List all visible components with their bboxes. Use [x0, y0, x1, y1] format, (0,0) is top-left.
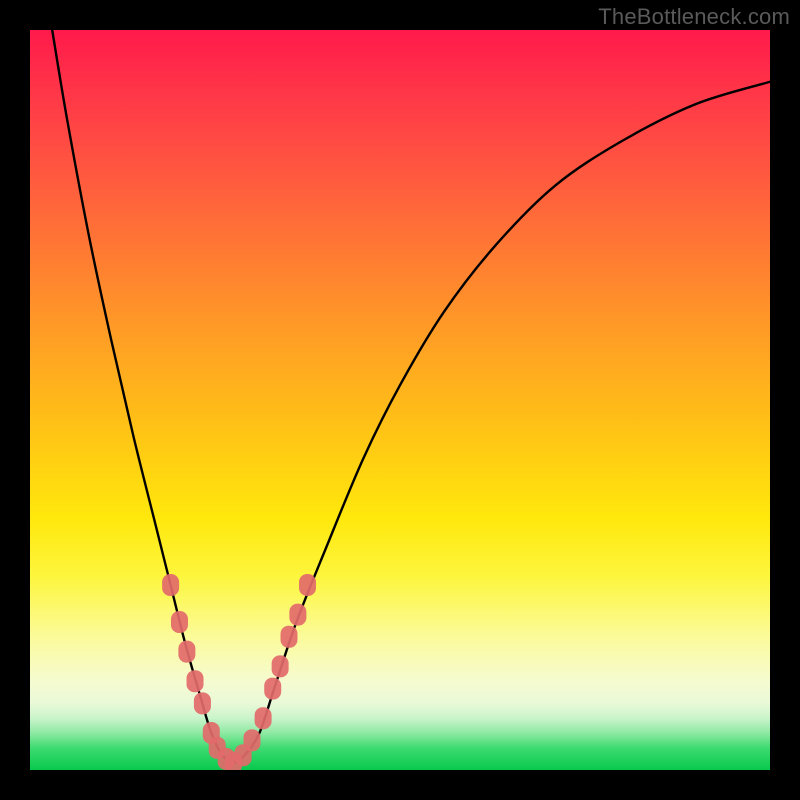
- curve-layer: [30, 30, 770, 770]
- chart-frame: TheBottleneck.com: [0, 0, 800, 800]
- marker-dots: [162, 574, 316, 770]
- bottleneck-curve: [52, 30, 770, 763]
- watermark-text: TheBottleneck.com: [598, 4, 790, 30]
- plot-area: [30, 30, 770, 770]
